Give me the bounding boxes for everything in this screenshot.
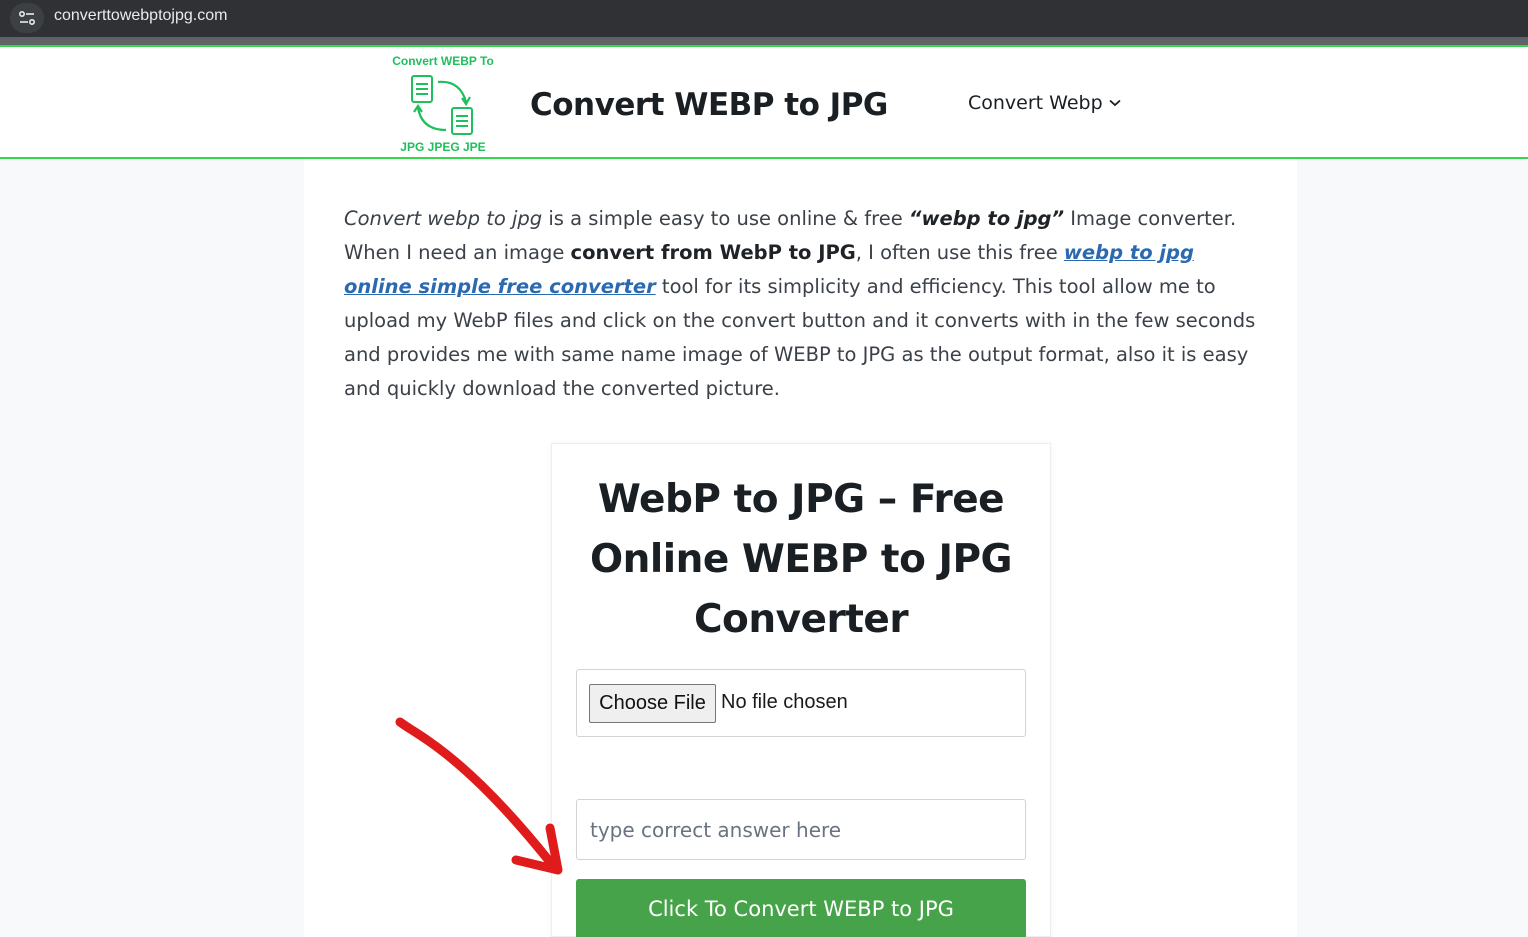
converter-heading-line: Converter [693,597,909,642]
intro-bold-text: convert from WebP to JPG [570,241,856,264]
intro-italic-text: Convert webp to jpg [344,207,543,230]
logo-bottom-text: JPG JPEG JPE [400,140,486,154]
nav-convert-webp-label: Convert Webp [968,92,1103,114]
converter-heading: WebP to JPG – Free Online WEBP to JPG Co… [551,470,1051,650]
convert-button[interactable]: Click To Convert WEBP to JPG [576,879,1026,937]
site-logo[interactable]: Convert WEBP To JPG JPEG JPE [380,52,506,156]
site-info-icon[interactable] [10,3,44,33]
logo-top-text: Convert WEBP To [392,54,494,68]
nav-convert-webp[interactable]: Convert Webp [968,92,1121,114]
red-arrow-annotation [395,717,563,875]
converter-heading-line: Online WEBP to JPG [589,537,1013,582]
no-file-chosen-text: No file chosen [721,691,848,713]
intro-text: , I often use this free [855,241,1064,264]
intro-paragraph: Convert webp to jpg is a simple easy to … [344,202,1256,406]
converter-heading-line: WebP to JPG – Free [597,477,1005,522]
chevron-down-icon [1109,99,1121,107]
captcha-answer-input[interactable] [576,799,1026,860]
intro-bold-italic-text: “webp to jpg” [908,207,1065,230]
site-title[interactable]: Convert WEBP to JPG [530,86,888,124]
browser-address-bar: converttowebptojpg.com [0,0,1528,37]
choose-file-button[interactable]: Choose File [589,684,716,723]
intro-text: is a simple easy to use online & free [542,207,909,230]
url-text[interactable]: converttowebptojpg.com [54,7,227,25]
convert-arrows-icon [411,75,473,135]
